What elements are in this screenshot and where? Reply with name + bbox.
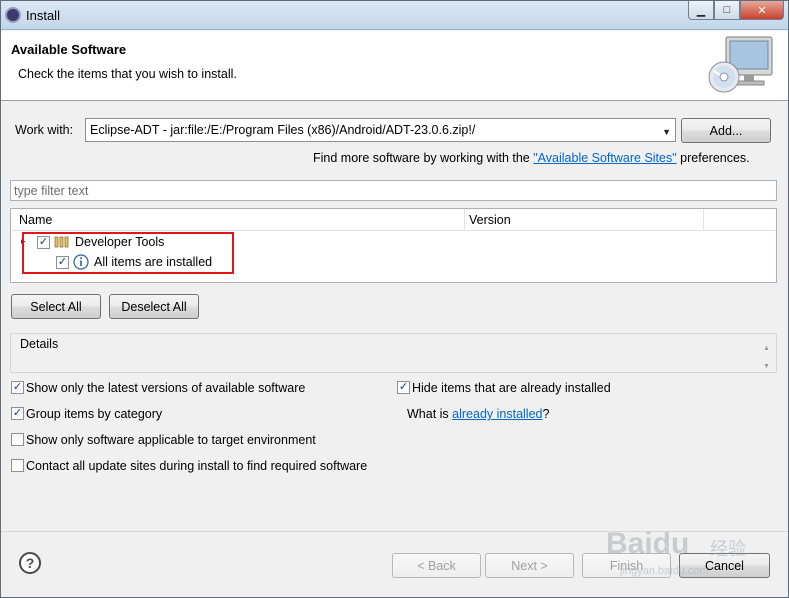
back-button[interactable]: < Back: [392, 553, 481, 578]
highlight-box: [22, 232, 234, 274]
target-environment-checkbox[interactable]: [11, 433, 24, 446]
window-controls: ▁ □ ✕: [688, 1, 784, 21]
hint-suffix: preferences.: [676, 151, 750, 165]
deselect-all-button[interactable]: Deselect All: [109, 294, 199, 319]
contact-update-sites-label[interactable]: Contact all update sites during install …: [26, 459, 367, 473]
title-bar[interactable]: Install ▁ □ ✕: [1, 1, 788, 30]
install-wizard-icon: [708, 36, 773, 93]
add-site-button[interactable]: Add...: [681, 118, 771, 143]
scroll-up-icon[interactable]: ▲: [763, 345, 770, 352]
available-software-sites-link[interactable]: "Available Software Sites": [533, 151, 676, 165]
page-title: Available Software: [11, 42, 127, 57]
scroll-down-icon[interactable]: ▼: [763, 363, 770, 370]
window-title: Install: [26, 8, 60, 23]
finish-button[interactable]: Finish: [582, 553, 671, 578]
target-environment-label[interactable]: Show only software applicable to target …: [26, 433, 316, 447]
chevron-down-icon[interactable]: ▼: [662, 127, 671, 137]
next-button[interactable]: Next >: [485, 553, 574, 578]
install-dialog: Install ▁ □ ✕ Available Software Check t…: [0, 0, 789, 598]
select-all-button[interactable]: Select All: [11, 294, 101, 319]
latest-versions-label[interactable]: Show only the latest versions of availab…: [26, 381, 305, 395]
already-installed-link[interactable]: already installed: [452, 407, 542, 421]
hide-installed-checkbox[interactable]: ✓: [397, 381, 410, 394]
column-divider: [464, 209, 465, 231]
footer-separator: [1, 531, 788, 532]
eclipse-icon: [5, 7, 21, 23]
work-with-value: Eclipse-ADT - jar:file:/E:/Program Files…: [90, 123, 476, 137]
group-by-category-label[interactable]: Group items by category: [26, 407, 162, 421]
minimize-button[interactable]: ▁: [688, 1, 714, 20]
column-header-name[interactable]: Name: [19, 213, 52, 227]
close-button[interactable]: ✕: [740, 1, 784, 20]
hide-installed-label[interactable]: Hide items that are already installed: [412, 381, 611, 395]
already-installed-suffix: ?: [542, 407, 550, 421]
cancel-button[interactable]: Cancel: [679, 553, 770, 578]
column-header-version[interactable]: Version: [469, 213, 511, 227]
wizard-header: Available Software Check the items that …: [1, 31, 788, 101]
details-group: [10, 333, 777, 373]
help-icon[interactable]: ?: [19, 552, 41, 574]
maximize-button[interactable]: □: [714, 1, 740, 20]
find-more-hint: Find more software by working with the "…: [313, 151, 750, 165]
hint-prefix: Find more software by working with the: [313, 151, 534, 165]
group-by-category-checkbox[interactable]: ✓: [11, 407, 24, 420]
already-installed-prefix: What is: [407, 407, 453, 421]
already-installed-text: What is already installed?: [407, 407, 549, 421]
tree-header: Name Version: [11, 209, 776, 231]
details-label: Details: [19, 337, 60, 351]
latest-versions-checkbox[interactable]: ✓: [11, 381, 24, 394]
work-with-label: Work with:: [15, 123, 74, 137]
contact-update-sites-checkbox[interactable]: [11, 459, 24, 472]
page-description: Check the items that you wish to install…: [18, 67, 237, 81]
column-divider: [703, 209, 704, 231]
work-with-combo[interactable]: Eclipse-ADT - jar:file:/E:/Program Files…: [85, 118, 676, 142]
filter-input[interactable]: type filter text: [10, 180, 777, 201]
